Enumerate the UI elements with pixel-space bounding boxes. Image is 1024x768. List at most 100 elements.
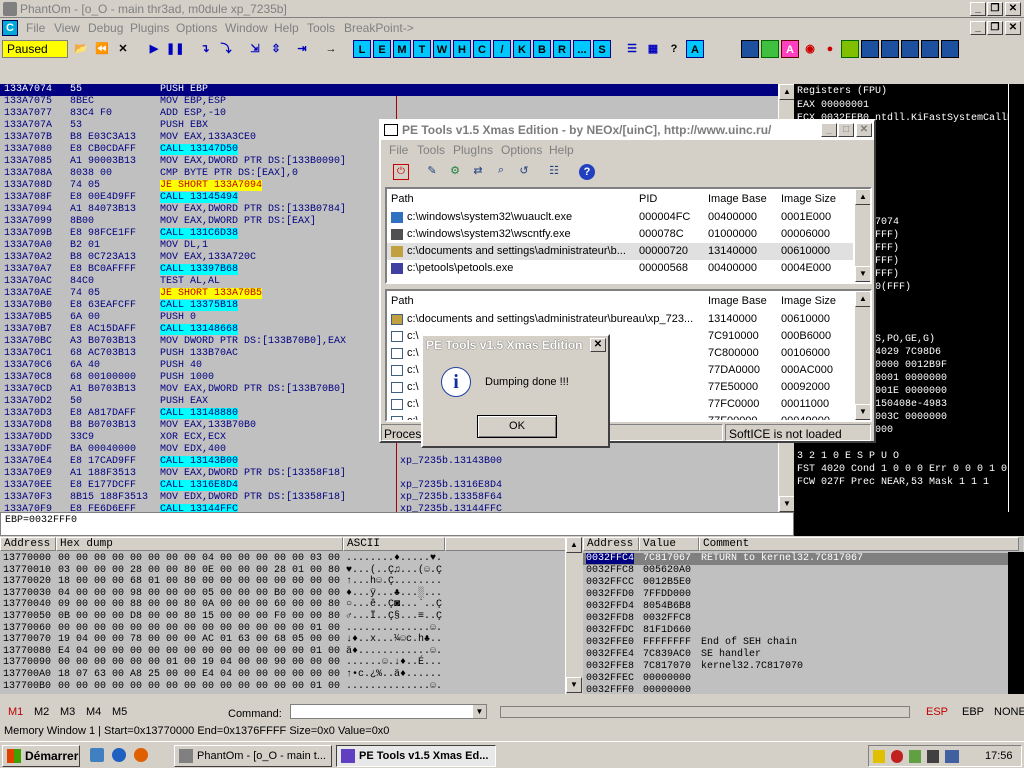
dump-row[interactable]: 13770010 03 00 00 00 28 00 00 80 0E 00 00… <box>0 565 565 577</box>
petools-exit-icon[interactable]: ⏻ <box>393 164 409 180</box>
dump-row[interactable]: 13770080 E4 04 00 00 00 00 00 00 00 00 00… <box>0 646 565 658</box>
petools-menu-help[interactable]: Help <box>549 143 574 157</box>
dump-row[interactable]: 137700B0 00 00 00 00 00 00 00 00 00 00 00… <box>0 681 565 693</box>
stack-header-value[interactable]: Value <box>639 537 699 551</box>
pause-icon[interactable]: ❚❚ <box>166 40 184 58</box>
process-list-scrollbar[interactable]: ▲ ▼ <box>854 189 870 282</box>
menu-help[interactable]: Help <box>274 21 299 35</box>
dump-scrollbar[interactable]: ▲ ▼ <box>565 537 582 694</box>
plugin-icon-5[interactable]: ● <box>821 40 839 58</box>
task-petools[interactable]: PE Tools v1.5 Xmas Ed... <box>336 745 496 767</box>
disasm-row[interactable]: 133A70E9 A1 188F3513 MOV EAX,DWORD PTR DS:… <box>0 468 778 480</box>
dump-header-ascii[interactable]: ASCII <box>343 537 445 551</box>
scroll-up-icon[interactable]: ▲ <box>566 537 582 553</box>
petools-options-icon[interactable]: ☷ <box>546 164 562 180</box>
register-line[interactable]: 3 2 1 0 E S P U O <box>797 451 899 462</box>
tray-volume-icon[interactable] <box>927 750 939 763</box>
stack-row[interactable]: 0032FFEC 00000000 <box>583 673 1008 685</box>
menu-file[interactable]: File <box>26 21 45 35</box>
petools-pe-editor-icon[interactable]: ✎ <box>424 164 440 180</box>
dump-header-hex[interactable]: Hex dump <box>56 537 343 551</box>
stack-reg-ebp[interactable]: EBP <box>962 706 984 718</box>
quicklaunch-firefox-icon[interactable] <box>134 748 148 762</box>
tray-shield-icon[interactable] <box>873 750 885 763</box>
petools-minimize-button[interactable]: _ <box>821 123 837 137</box>
register-line[interactable]: FCW 027F Prec NEAR,53 Mask 1 1 1 <box>797 477 989 488</box>
register-line[interactable]: EAX 00000001 <box>797 100 869 111</box>
trace-into-icon[interactable]: ⇲ <box>246 40 264 58</box>
cpu-icon[interactable]: C <box>2 20 18 36</box>
menu-breakpoint[interactable]: BreakPoint-> <box>344 21 414 35</box>
menu-debug[interactable]: Debug <box>88 21 123 35</box>
disasm-row[interactable]: 133A70F3 8B15 188F3513 MOV EDX,DWORD PTR D… <box>0 492 778 504</box>
petools-rebuilder-icon[interactable]: ⚙ <box>447 164 463 180</box>
dump-row[interactable]: 137700A0 18 07 63 00 A8 25 00 00 E4 04 00… <box>0 669 565 681</box>
dump-row[interactable]: 13770020 18 00 00 00 68 01 00 80 00 00 00… <box>0 576 565 588</box>
hex-dump-pane[interactable]: Address Hex dump ASCII 13770000 00 00 00 … <box>0 537 580 694</box>
step-over-icon[interactable]: ⤵ <box>217 40 235 58</box>
stack-row[interactable]: 0032FFE0 FFFFFFFF End of SEH chain <box>583 637 1008 649</box>
run-trace-button[interactable]: ... <box>573 40 591 58</box>
restore-button[interactable]: ❐ <box>987 2 1003 16</box>
petools-titlebar[interactable]: PE Tools v1.5 Xmas Edition - by NEOx/[ui… <box>381 121 874 140</box>
mod-header-path[interactable]: Path <box>391 295 414 312</box>
menu-plugins[interactable]: Plugins <box>130 21 169 35</box>
dump-row[interactable]: 13770090 00 00 00 00 00 00 01 00 19 04 00… <box>0 657 565 669</box>
proc-header-size[interactable]: Image Size <box>781 193 836 210</box>
main-titlebar[interactable]: PhantOm - [o_O - main thr3ad, m0dule xp_… <box>0 0 1024 18</box>
scroll-up-icon[interactable]: ▲ <box>855 189 870 205</box>
memory-tab-m3[interactable]: M3 <box>60 706 75 718</box>
registers-scrollbar[interactable] <box>1008 84 1024 512</box>
log-window-button[interactable]: L <box>353 40 371 58</box>
process-row[interactable]: c:\documents and settings\administrateur… <box>387 243 853 260</box>
windows-button[interactable]: W <box>433 40 451 58</box>
stack-row[interactable]: 0032FFDC 81F1D660 <box>583 625 1008 637</box>
petools-about-icon[interactable]: ? <box>579 164 595 180</box>
petools-sniffer-icon[interactable]: ⌕ <box>493 164 509 180</box>
scroll-down-icon[interactable]: ▼ <box>855 266 870 282</box>
dump-row[interactable]: 13770070 19 04 00 00 78 00 00 00 AC 01 63… <box>0 634 565 646</box>
references-button[interactable]: R <box>553 40 571 58</box>
proc-header-pid[interactable]: PID <box>639 193 657 210</box>
step-into-icon[interactable]: ↴ <box>196 40 214 58</box>
call-stack-button[interactable]: K <box>513 40 531 58</box>
stack-pane[interactable]: Address Value Comment 0032FFC4 7C817067 RE… <box>583 537 1023 694</box>
dump-row[interactable]: 13770040 09 00 00 00 88 00 00 80 0A 00 00… <box>0 599 565 611</box>
register-line[interactable]: FST 4020 Cond 1 0 0 0 Err 0 0 0 1 0 <box>797 464 1007 475</box>
tray-network-icon[interactable] <box>909 750 921 763</box>
disasm-row[interactable]: 133A70EE E8 E177DCFF CALL 1316E8D4 xp_7235b… <box>0 480 778 492</box>
plugin-icon-8[interactable] <box>881 40 899 58</box>
child-minimize-button[interactable]: _ <box>970 21 986 35</box>
petools-compare-icon[interactable]: ⇄ <box>470 164 486 180</box>
plugin-icon-1[interactable] <box>741 40 759 58</box>
stack-row[interactable]: 0032FFD0 7FFDD000 <box>583 589 1008 601</box>
plugin-icon-3[interactable]: A <box>781 40 799 58</box>
command-input[interactable]: ▼ <box>290 704 487 719</box>
process-row[interactable]: c:\windows\system32\wuauclt.exe 000004FC 0… <box>387 209 853 226</box>
cpu-button[interactable]: C <box>473 40 491 58</box>
disasm-row[interactable]: 133A7075 8BEC MOV EBP,ESP <box>0 96 778 108</box>
stack-row[interactable]: 0032FFC8 005620A0 <box>583 565 1008 577</box>
memory-map-button[interactable]: M <box>393 40 411 58</box>
tray-vm-icon[interactable] <box>945 750 959 763</box>
module-row[interactable]: c:\documents and settings\administrateur… <box>387 311 853 328</box>
proc-header-path[interactable]: Path <box>391 193 414 210</box>
memory-tab-m1[interactable]: M1 <box>8 706 23 718</box>
menu-tools[interactable]: Tools <box>307 21 335 35</box>
threads-button[interactable]: T <box>413 40 431 58</box>
child-close-button[interactable]: ✕ <box>1005 21 1021 35</box>
dump-row[interactable]: 13770030 04 00 00 00 98 00 00 00 05 00 00… <box>0 588 565 600</box>
start-button[interactable]: Démarrer <box>2 745 80 767</box>
stack-row[interactable]: 0032FFD4 8054B6B8 <box>583 601 1008 613</box>
menu-view[interactable]: View <box>54 21 80 35</box>
stack-header-comment[interactable]: Comment <box>699 537 1019 551</box>
help-icon[interactable]: ? <box>665 40 683 58</box>
petools-menu-tools[interactable]: Tools <box>417 143 445 157</box>
plugin-icon-10[interactable] <box>921 40 939 58</box>
process-row[interactable]: c:\petools\petools.exe 00000568 00400000 00… <box>387 260 853 277</box>
tray-security-icon[interactable] <box>891 750 903 763</box>
petools-menu-options[interactable]: Options <box>501 143 542 157</box>
disasm-row[interactable]: 133A7074 55 PUSH EBP <box>0 84 778 96</box>
plugin-icon-7[interactable] <box>861 40 879 58</box>
stack-row[interactable]: 0032FFE8 7C817070 kernel32.7C817070 <box>583 661 1008 673</box>
